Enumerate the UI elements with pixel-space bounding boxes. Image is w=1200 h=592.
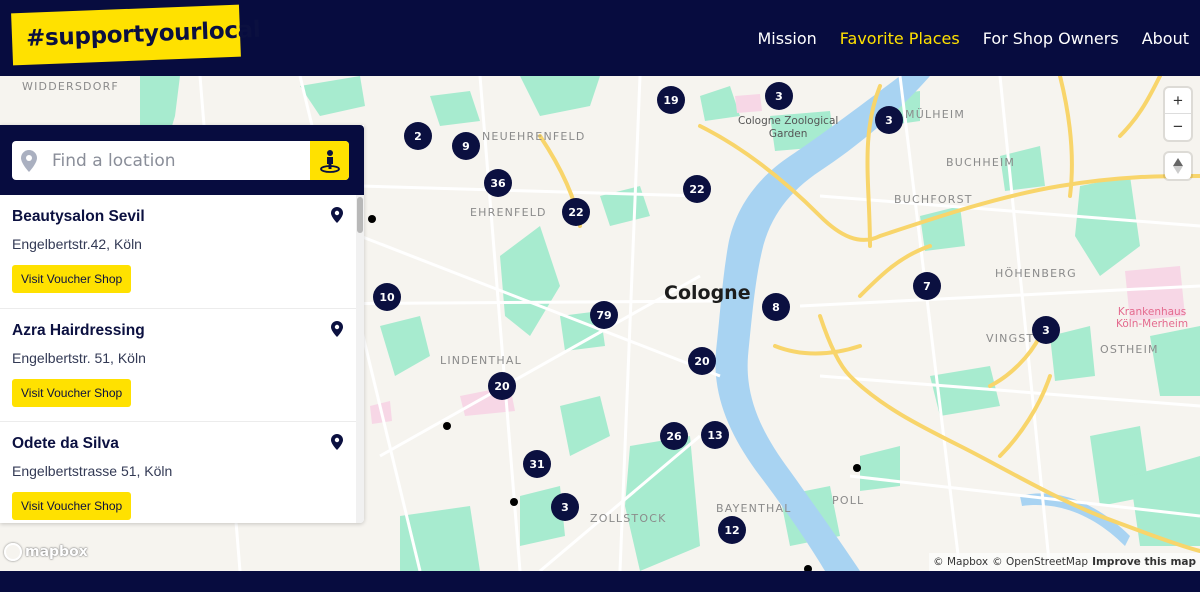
zoo-label: Cologne Zoological Garden [738,115,839,140]
shop-address: Engelbertstr.42, Köln [12,236,142,252]
location-pin-icon [21,150,37,172]
district-label: MÜLHEIM [905,108,966,121]
cluster-marker[interactable]: 12 [718,516,746,544]
location-dot[interactable] [443,422,451,430]
district-label: BUCHHEIM [946,156,1016,169]
nav-for-shop-owners[interactable]: For Shop Owners [983,29,1119,48]
district-label: BUCHFORST [894,193,973,206]
cluster-marker[interactable]: 3 [1032,316,1060,344]
shop-address: Engelbertstrasse 51, Köln [12,463,173,479]
compass-button[interactable] [1165,153,1191,179]
location-dot[interactable] [368,215,376,223]
cluster-marker[interactable]: 26 [660,422,688,450]
cluster-marker[interactable]: 36 [484,169,512,197]
main-nav: Mission Favorite Places For Shop Owners … [757,0,1200,76]
district-label: VINGST [986,332,1035,345]
shop-name: Azra Hairdressing [12,321,145,339]
shop-list-item[interactable]: Odete da Silva Engelbertstrasse 51, Köln… [0,422,356,523]
footer-bar [0,571,1200,592]
cluster-marker[interactable]: 19 [657,86,685,114]
cluster-marker[interactable]: 79 [590,301,618,329]
cluster-marker[interactable]: 20 [488,372,516,400]
district-label: NEUEHRENFELD [482,130,586,143]
district-label: BAYENTHAL [716,502,792,515]
city-label: Cologne [664,282,751,304]
attribution-osm[interactable]: © OpenStreetMap [992,556,1088,568]
cluster-marker[interactable]: 3 [875,106,903,134]
location-dot[interactable] [510,498,518,506]
shop-name: Odete da Silva [12,435,119,452]
nav-favorite-places[interactable]: Favorite Places [840,29,960,48]
shop-address: Engelbertstr. 51, Köln [12,349,146,366]
search-bar [0,125,364,195]
cluster-marker[interactable]: 13 [701,421,729,449]
district-label: EHRENFELD [470,206,547,219]
hospital-label: Krankenhaus Köln-Merheim [1116,306,1189,330]
map-attribution: © Mapbox © OpenStreetMap Improve this ma… [929,553,1200,571]
shop-name: Beautysalon Sevil [12,208,145,225]
district-label: HÖHENBERG [995,267,1077,280]
nav-about[interactable]: About [1142,29,1189,48]
cluster-marker[interactable]: 10 [373,283,401,311]
location-dot[interactable] [853,464,861,472]
zoom-out-button[interactable]: − [1165,114,1191,140]
search-input[interactable] [52,141,307,180]
mapbox-logo[interactable]: mapbox [4,543,88,561]
top-navbar: #supportyourlocal Mission Favorite Place… [0,0,1200,76]
site-logo[interactable]: #supportyourlocal [11,4,261,66]
cluster-marker[interactable]: 20 [688,347,716,375]
nav-mission[interactable]: Mission [757,29,816,48]
cluster-marker[interactable]: 7 [913,272,941,300]
visit-voucher-shop-button[interactable]: Visit Voucher Shop [12,265,132,293]
map-pin-icon[interactable] [331,434,343,450]
district-label: ZOLLSTOCK [590,512,667,525]
zoom-in-button[interactable]: + [1165,88,1191,114]
district-label: OSTHEIM [1100,343,1159,356]
shop-list-item[interactable]: Azra Hairdressing Engelbertstr. 51, Köln… [0,309,356,422]
cluster-marker[interactable]: 8 [762,293,790,321]
locate-me-button[interactable] [310,141,349,180]
zoom-control: + − [1165,88,1191,140]
search-field-container [12,141,349,180]
cluster-marker[interactable]: 31 [523,450,551,478]
cluster-marker[interactable]: 9 [452,132,480,160]
cluster-marker[interactable]: 3 [765,82,793,110]
compass-icon [1173,158,1183,174]
district-label: LINDENTHAL [440,354,522,367]
list-scrollbar[interactable] [356,195,364,523]
cluster-marker[interactable]: 3 [551,493,579,521]
scrollbar-thumb[interactable] [357,197,363,233]
cluster-marker[interactable]: 22 [683,175,711,203]
visit-voucher-shop-button[interactable]: Visit Voucher Shop [12,492,132,520]
map-pin-icon[interactable] [331,207,343,223]
district-label: WIDDERSDORF [22,80,119,93]
district-label: POLL [832,494,865,507]
attribution-mapbox[interactable]: © Mapbox [933,556,988,568]
cluster-marker[interactable]: 2 [404,122,432,150]
shop-list-panel: Beautysalon Sevil Engelbertstr.42, Köln … [0,125,364,523]
visit-voucher-shop-button[interactable]: Visit Voucher Shop [12,378,132,407]
improve-map-link[interactable]: Improve this map [1092,556,1196,568]
mapbox-logo-icon [4,543,22,561]
shop-list-item[interactable]: Beautysalon Sevil Engelbertstr.42, Köln … [0,195,356,309]
shop-list: Beautysalon Sevil Engelbertstr.42, Köln … [0,195,356,523]
person-locate-icon [319,149,340,173]
cluster-marker[interactable]: 22 [562,198,590,226]
map-pin-icon[interactable] [331,320,343,337]
